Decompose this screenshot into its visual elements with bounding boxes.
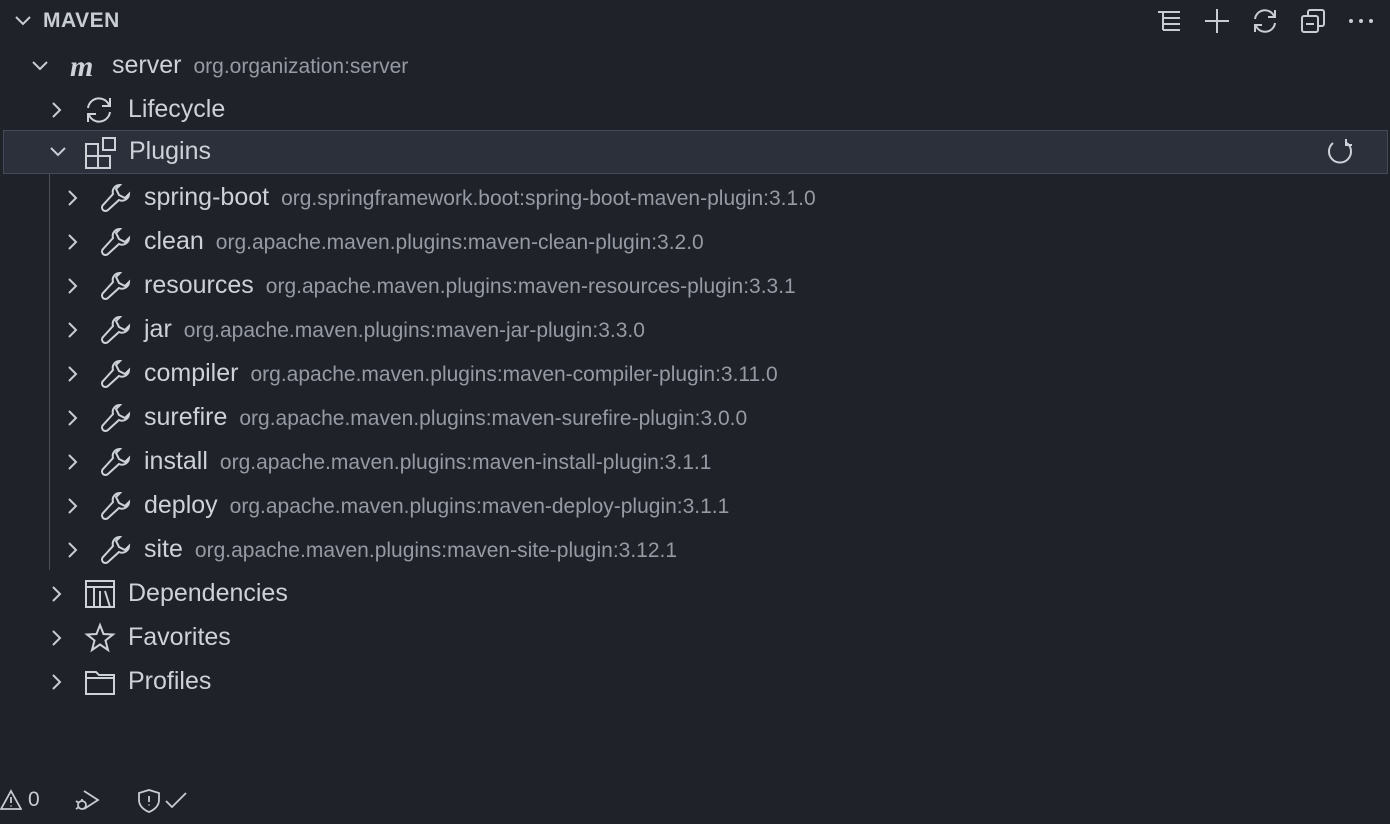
plugin-coordinates: org.apache.maven.plugins:maven-install-p…: [219, 451, 712, 474]
chevron-right-icon[interactable]: [46, 99, 68, 121]
chevron-down-icon[interactable]: [47, 141, 69, 163]
chevron-right-icon[interactable]: [62, 451, 84, 473]
chevron-right-icon[interactable]: [46, 671, 68, 693]
wrench-icon: [100, 270, 132, 302]
header-actions: [1154, 6, 1376, 36]
wrench-icon: [100, 182, 132, 214]
warning-icon: [0, 789, 22, 811]
tree-item-label: Profiles: [128, 667, 212, 695]
plugin-name: jar: [144, 315, 172, 343]
plus-icon[interactable]: [1202, 6, 1232, 36]
chevron-right-icon[interactable]: [62, 231, 84, 253]
plugin-name: resources: [144, 271, 254, 299]
wrench-icon: [100, 534, 132, 566]
plugin-coordinates: org.apache.maven.plugins:maven-resources…: [265, 275, 796, 298]
chevron-right-icon[interactable]: [62, 539, 84, 561]
plugin-row[interactable]: spring-boot org.springframework.boot:spri…: [0, 176, 1390, 220]
plugin-coordinates: org.apache.maven.plugins:maven-compiler-…: [250, 363, 778, 386]
problems-status[interactable]: 0: [0, 788, 40, 812]
warning-count: 0: [28, 788, 40, 811]
plugin-name: surefire: [144, 403, 228, 431]
folder-icon: [84, 666, 116, 698]
more-icon[interactable]: [1346, 6, 1376, 36]
plugin-coordinates: org.apache.maven.plugins:maven-surefire-…: [239, 407, 748, 430]
chevron-down-icon[interactable]: [12, 10, 34, 32]
library-icon: [84, 578, 116, 610]
plugin-row[interactable]: deploy org.apache.maven.plugins:maven-dep…: [0, 484, 1390, 528]
svg-text:m: m: [70, 50, 93, 82]
tree-item-label: Lifecycle: [128, 95, 226, 123]
plugin-row[interactable]: jar org.apache.maven.plugins:maven-jar-pl…: [0, 308, 1390, 352]
wrench-icon: [100, 402, 132, 434]
plugin-name: site: [144, 535, 183, 563]
maven-icon: m: [68, 50, 100, 82]
tree-item-label: Favorites: [128, 623, 231, 651]
plugin-coordinates: org.springframework.boot:spring-boot-mav…: [281, 187, 816, 210]
chevron-right-icon[interactable]: [62, 187, 84, 209]
tree-item-favorites[interactable]: Favorites: [0, 616, 1390, 660]
debug-status[interactable]: [74, 788, 102, 814]
extensions-icon: [84, 136, 116, 169]
plugin-name: compiler: [144, 359, 239, 387]
security-status[interactable]: [137, 788, 191, 814]
plugin-row[interactable]: clean org.apache.maven.plugins:maven-clea…: [0, 220, 1390, 264]
plugin-name: clean: [144, 227, 204, 255]
lifecycle-icon: [83, 94, 115, 126]
chevron-right-icon[interactable]: [62, 495, 84, 517]
wrench-icon: [100, 446, 132, 478]
collapse-all-icon[interactable]: [1298, 6, 1328, 36]
tree-item-profiles[interactable]: Profiles: [0, 660, 1390, 704]
plugin-name: install: [144, 447, 208, 475]
plugin-coordinates: org.apache.maven.plugins:maven-clean-plu…: [215, 231, 704, 254]
plugin-row[interactable]: surefire org.apache.maven.plugins:maven-s…: [0, 396, 1390, 440]
plugin-row[interactable]: compiler org.apache.maven.plugins:maven-c…: [0, 352, 1390, 396]
tree-icon[interactable]: [1154, 6, 1184, 36]
wrench-icon: [100, 358, 132, 390]
chevron-right-icon[interactable]: [62, 407, 84, 429]
panel-title: MAVEN: [43, 9, 120, 32]
project-row[interactable]: m server org.organization:server: [0, 44, 1390, 88]
tree-item-label: Plugins: [129, 137, 211, 165]
tree-item-lifecycle[interactable]: Lifecycle: [0, 88, 1390, 132]
plugin-row[interactable]: site org.apache.maven.plugins:maven-site-…: [0, 528, 1390, 572]
chevron-down-icon[interactable]: [29, 55, 51, 77]
tree-item-plugins[interactable]: Plugins: [3, 130, 1388, 174]
plugin-coordinates: org.apache.maven.plugins:maven-jar-plugi…: [183, 319, 645, 342]
star-icon: [84, 622, 116, 654]
project-name: server: [112, 51, 182, 79]
chevron-right-icon[interactable]: [62, 319, 84, 341]
wrench-icon: [100, 314, 132, 346]
tree-item-label: Dependencies: [128, 579, 288, 607]
plugin-row[interactable]: resources org.apache.maven.plugins:maven-…: [0, 264, 1390, 308]
refresh-icon[interactable]: [1325, 137, 1357, 169]
chevron-right-icon[interactable]: [62, 275, 84, 297]
sync-icon[interactable]: [1250, 6, 1280, 36]
chevron-right-icon[interactable]: [46, 627, 68, 649]
wrench-icon: [100, 226, 132, 258]
status-bar: 0: [0, 780, 1390, 824]
chevron-right-icon[interactable]: [46, 583, 68, 605]
plugin-name: deploy: [144, 491, 218, 519]
maven-panel: MAVEN m server org.organization:server L…: [0, 0, 1390, 824]
project-coordinates: org.organization:server: [193, 55, 409, 78]
plugin-name: spring-boot: [144, 183, 270, 211]
debug-icon: [74, 788, 102, 814]
panel-header[interactable]: MAVEN: [0, 0, 1390, 42]
plugin-coordinates: org.apache.maven.plugins:maven-deploy-pl…: [229, 495, 730, 518]
plugin-row[interactable]: install org.apache.maven.plugins:maven-in…: [0, 440, 1390, 484]
shield-check-icon: [137, 788, 191, 814]
plugin-coordinates: org.apache.maven.plugins:maven-site-plug…: [194, 539, 678, 562]
chevron-right-icon[interactable]: [62, 363, 84, 385]
wrench-icon: [100, 490, 132, 522]
tree-item-dependencies[interactable]: Dependencies: [0, 572, 1390, 616]
